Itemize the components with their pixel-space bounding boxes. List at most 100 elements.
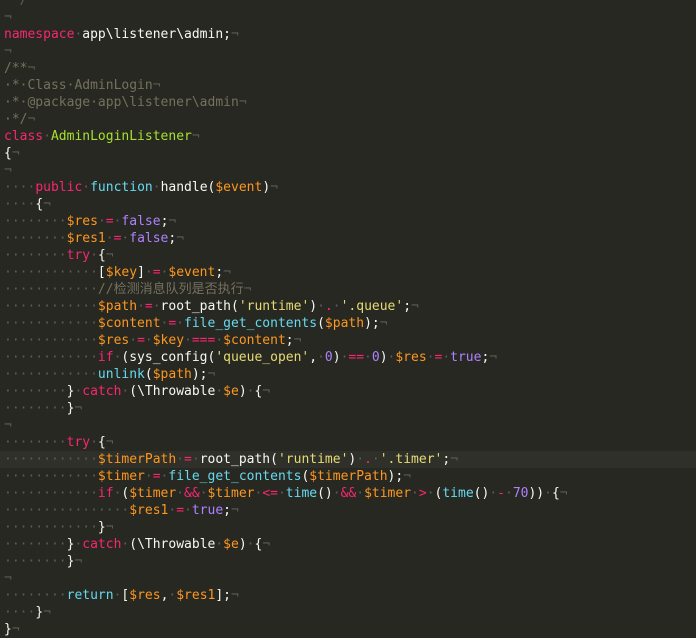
code-line[interactable]: ········}¬ bbox=[4, 553, 696, 570]
code-line[interactable]: ············//检测消息队列是否执行¬ bbox=[4, 281, 696, 298]
whitespace-marker: · bbox=[364, 350, 372, 365]
whitespace-marker: ¬ bbox=[293, 333, 302, 348]
keyword-token: = bbox=[176, 503, 185, 518]
whitespace-marker: ············ bbox=[4, 299, 98, 314]
code-line[interactable]: ········}·catch·(\Throwable·$e)·{¬ bbox=[4, 383, 696, 400]
variable-token: $e bbox=[223, 537, 239, 552]
code-line[interactable]: ····public·function·handle($event)¬ bbox=[4, 179, 696, 196]
whitespace-marker: · bbox=[144, 265, 153, 280]
code-line[interactable]: ········$res·=·false;¬ bbox=[4, 213, 696, 230]
keyword-token: . bbox=[324, 299, 333, 314]
code-line[interactable]: ············$path·=·root_path('runtime')… bbox=[4, 298, 696, 315]
code-line[interactable]: ····{¬ bbox=[4, 196, 696, 213]
class-name-token: AdminLoginListener bbox=[50, 129, 192, 144]
whitespace-marker: ¬ bbox=[168, 214, 177, 229]
code-line[interactable]: ········}·catch·(\Throwable·$e)·{¬ bbox=[4, 536, 696, 553]
code-line[interactable]: {¬ bbox=[4, 145, 696, 162]
keyword-token: = bbox=[152, 469, 161, 484]
whitespace-marker: ···· bbox=[4, 605, 36, 620]
code-text: ; bbox=[223, 503, 231, 518]
code-line[interactable]: ············}¬ bbox=[4, 519, 696, 536]
code-line[interactable]: ············if·($timer·&&·$timer·<=·time… bbox=[4, 485, 696, 502]
code-line[interactable]: ¬ bbox=[4, 9, 696, 26]
code-line-current[interactable]: ············$timerPath·=·root_path('runt… bbox=[0, 451, 696, 468]
code-text: ; bbox=[403, 299, 412, 314]
variable-token: $content bbox=[97, 316, 161, 331]
code-line[interactable]: /**¬ bbox=[4, 60, 696, 77]
whitespace-marker: · bbox=[332, 299, 341, 314]
code-text: handle( bbox=[160, 180, 216, 195]
code-line[interactable]: ········try·{¬ bbox=[4, 434, 696, 451]
code-editor[interactable]: */¬ namespace·app\listener\admin;¬ ¬/**¬ ·*… bbox=[0, 0, 696, 637]
builtin-token: unlink bbox=[97, 367, 145, 382]
whitespace-marker: ¬ bbox=[11, 146, 20, 161]
whitespace-marker: ¬ bbox=[27, 112, 36, 127]
whitespace-marker: ············ bbox=[4, 265, 98, 280]
whitespace-marker: ¬ bbox=[411, 299, 419, 314]
whitespace-marker: · bbox=[215, 537, 224, 552]
whitespace-marker: ¬ bbox=[231, 27, 239, 42]
whitespace-marker: ¬ bbox=[379, 316, 388, 331]
code-line[interactable]: ········try·{¬ bbox=[4, 247, 696, 264]
code-line[interactable]: ········return·[$res,·$res1];¬ bbox=[4, 587, 696, 604]
comment-token: //检测消息队列是否执行 bbox=[97, 282, 244, 297]
code-line[interactable]: ············if · (sys_config('queue_open',… bbox=[4, 349, 696, 366]
code-line[interactable]: ················$res1·=·true;¬ bbox=[4, 502, 696, 519]
whitespace-marker: ········ bbox=[4, 231, 67, 246]
constant-token: false bbox=[129, 231, 169, 246]
keyword-token: . bbox=[364, 452, 372, 467]
whitespace-marker: · bbox=[356, 486, 365, 501]
code-line[interactable]: }¬ bbox=[4, 621, 696, 638]
code-text: ); bbox=[364, 316, 380, 331]
builtin-token: return bbox=[66, 588, 114, 603]
whitespace-marker: ¬ bbox=[450, 452, 459, 467]
whitespace-marker: · bbox=[144, 333, 153, 348]
code-line[interactable]: ¬ bbox=[4, 162, 696, 179]
code-line[interactable]: ············[$key]·=·$event;¬ bbox=[4, 264, 696, 281]
whitespace-marker: ¬ bbox=[43, 197, 51, 212]
whitespace-marker: ············ bbox=[4, 282, 98, 297]
code-text: ) bbox=[238, 537, 247, 552]
code-line[interactable]: */ bbox=[4, 0, 696, 9]
whitespace-marker: · bbox=[215, 333, 224, 348]
code-line[interactable]: ¬ bbox=[4, 570, 696, 587]
whitespace-marker: ¬ bbox=[559, 486, 568, 501]
code-line[interactable]: ············$timer·=·file_get_contents($… bbox=[4, 468, 696, 485]
code-line[interactable]: ············unlink($path);¬ bbox=[4, 366, 696, 383]
code-line[interactable]: class·AdminLoginListener¬ bbox=[4, 128, 696, 145]
comment-token: /** bbox=[4, 61, 28, 76]
code-line[interactable]: namespace·app\listener\admin;¬ bbox=[4, 26, 696, 43]
builtin-token: time bbox=[285, 486, 318, 501]
code-line[interactable]: ····}¬ bbox=[4, 604, 696, 621]
whitespace-marker: ¬ bbox=[43, 605, 51, 620]
whitespace-marker: · bbox=[105, 231, 114, 246]
code-line[interactable]: ·*·Class·AdminLogin¬ bbox=[4, 77, 696, 94]
whitespace-marker: ¬ bbox=[105, 248, 114, 263]
code-line[interactable]: ············$content·=·file_get_contents… bbox=[4, 315, 696, 332]
code-text: ) bbox=[238, 384, 247, 399]
code-line[interactable]: ·*/¬ bbox=[4, 111, 696, 128]
code-line[interactable]: ········$res1·=·false;¬ bbox=[4, 230, 696, 247]
constant-token: 70 bbox=[512, 486, 529, 501]
whitespace-marker: ···· bbox=[4, 197, 36, 212]
whitespace-marker: ¬ bbox=[152, 78, 161, 93]
code-line[interactable]: ········}¬ bbox=[4, 400, 696, 417]
whitespace-marker: · bbox=[90, 435, 98, 450]
code-line[interactable]: ¬ bbox=[4, 43, 696, 60]
whitespace-marker: ¬ bbox=[262, 384, 271, 399]
code-line[interactable]: ¬ bbox=[4, 417, 696, 434]
code-text: ]; bbox=[215, 588, 232, 603]
whitespace-marker: · bbox=[277, 486, 286, 501]
code-text: ) bbox=[379, 350, 388, 365]
whitespace-marker: · bbox=[317, 299, 325, 314]
whitespace-marker: ········ bbox=[4, 554, 67, 569]
code-line[interactable]: ············$res·=·$key·===·$content;¬ bbox=[4, 332, 696, 349]
code-line[interactable]: ·*·@package·app\listener\admin¬ bbox=[4, 94, 696, 111]
whitespace-marker: · bbox=[152, 180, 161, 195]
whitespace-marker: ¬ bbox=[105, 435, 114, 450]
constant-token: 0 bbox=[371, 350, 380, 365]
whitespace-marker: · bbox=[184, 333, 192, 348]
whitespace-marker: ¬ bbox=[4, 418, 12, 433]
whitespace-marker: ¬ bbox=[74, 401, 83, 416]
comment-token: ·*·Class·AdminLogin bbox=[4, 78, 153, 93]
